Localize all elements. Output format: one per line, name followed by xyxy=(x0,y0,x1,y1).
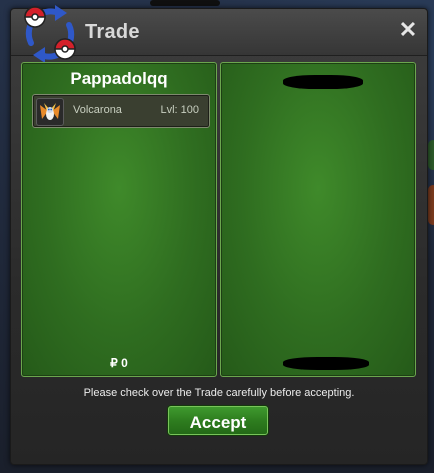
offer-item-slot[interactable]: Volcarona Lvl: 100 xyxy=(32,94,210,128)
left-trade-panel: Pappadolqq Volcarona Lvl: 100 ₽ 0 xyxy=(21,62,217,377)
volcarona-icon xyxy=(36,98,64,126)
redacted-player-name xyxy=(283,75,363,89)
right-trade-panel xyxy=(220,62,416,377)
background-figure xyxy=(428,185,434,225)
window-title: Trade xyxy=(85,21,140,43)
left-player-name: Pappadolqq xyxy=(70,69,168,88)
game-screen: Trade ✕ Pappadolqq Volcarona Lvl: 100 ₽ … xyxy=(0,0,434,473)
trade-logo-icon xyxy=(24,5,76,63)
pokeball-icon xyxy=(24,6,46,28)
left-money-offer: ₽ 0 xyxy=(110,356,128,370)
background-figure xyxy=(150,0,220,6)
redacted-money-offer xyxy=(283,357,369,370)
accept-button[interactable]: Accept xyxy=(168,406,268,435)
pokemon-name: Volcarona xyxy=(73,104,122,116)
trade-window: Trade ✕ Pappadolqq Volcarona Lvl: 100 ₽ … xyxy=(10,5,428,465)
close-button[interactable]: ✕ xyxy=(397,19,419,41)
close-icon: ✕ xyxy=(398,17,418,42)
background-figure xyxy=(428,140,434,170)
pokeball-icon xyxy=(54,38,76,60)
pokemon-level: Lvl: 100 xyxy=(160,104,199,116)
trade-notice: Please check over the Trade carefully be… xyxy=(83,387,355,399)
